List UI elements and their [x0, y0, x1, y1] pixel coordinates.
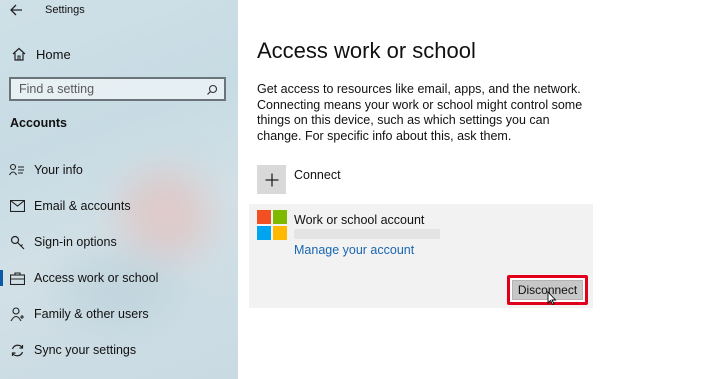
page-title: Access work or school: [257, 38, 476, 63]
sidebar-item-sign-in-options[interactable]: Sign-in options: [0, 224, 238, 260]
sidebar-item-label: Your info: [34, 163, 83, 177]
connect-button[interactable]: Connect: [257, 165, 341, 194]
sidebar-item-your-info[interactable]: Your info: [0, 152, 238, 188]
briefcase-icon: [9, 270, 25, 286]
account-name: Work or school account: [294, 213, 425, 227]
sync-icon: [9, 342, 25, 358]
back-arrow-icon[interactable]: [9, 3, 25, 19]
page-description: Get access to resources like email, apps…: [257, 82, 583, 143]
sidebar: Settings Home Find a setting Accounts Yo…: [0, 0, 238, 379]
main-content: Access work or school Get access to reso…: [238, 0, 712, 379]
home-label: Home: [36, 46, 71, 62]
envelope-icon: [9, 198, 25, 214]
sidebar-item-label: Sign-in options: [34, 235, 117, 249]
plus-icon: [257, 165, 286, 194]
account-card[interactable]: Work or school account Manage your accou…: [249, 204, 593, 308]
mouse-cursor-icon: [547, 290, 557, 306]
microsoft-logo-icon: [257, 210, 287, 240]
sidebar-item-label: Email & accounts: [34, 199, 131, 213]
key-icon: [9, 234, 25, 250]
logo-blue-square: [257, 226, 271, 240]
sidebar-item-family-other-users[interactable]: Family & other users: [0, 296, 238, 332]
sidebar-item-access-work-or-school[interactable]: Access work or school: [0, 260, 238, 296]
logo-yellow-square: [273, 226, 287, 240]
sidebar-item-label: Access work or school: [34, 271, 159, 285]
search-icon[interactable]: [206, 83, 218, 95]
app-title: Settings: [45, 4, 85, 16]
logo-green-square: [273, 210, 287, 224]
person-plus-icon: [9, 306, 25, 322]
sidebar-nav: Your info Email & accounts Sign-in optio…: [0, 152, 238, 368]
account-email-redacted: [294, 229, 440, 239]
sidebar-item-sync-settings[interactable]: Sync your settings: [0, 332, 238, 368]
sidebar-item-email-accounts[interactable]: Email & accounts: [0, 188, 238, 224]
search-input[interactable]: Find a setting: [9, 77, 226, 101]
search-placeholder: Find a setting: [19, 82, 95, 96]
logo-red-square: [257, 210, 271, 224]
sidebar-item-label: Sync your settings: [34, 343, 137, 357]
person-card-icon: [9, 162, 25, 178]
section-heading: Accounts: [10, 116, 67, 130]
title-bar: Settings: [0, 0, 238, 24]
home-nav-item[interactable]: Home: [10, 44, 71, 64]
manage-account-link[interactable]: Manage your account: [294, 243, 414, 257]
sidebar-item-label: Family & other users: [34, 307, 149, 321]
home-icon: [10, 45, 28, 63]
connect-label: Connect: [294, 168, 341, 182]
